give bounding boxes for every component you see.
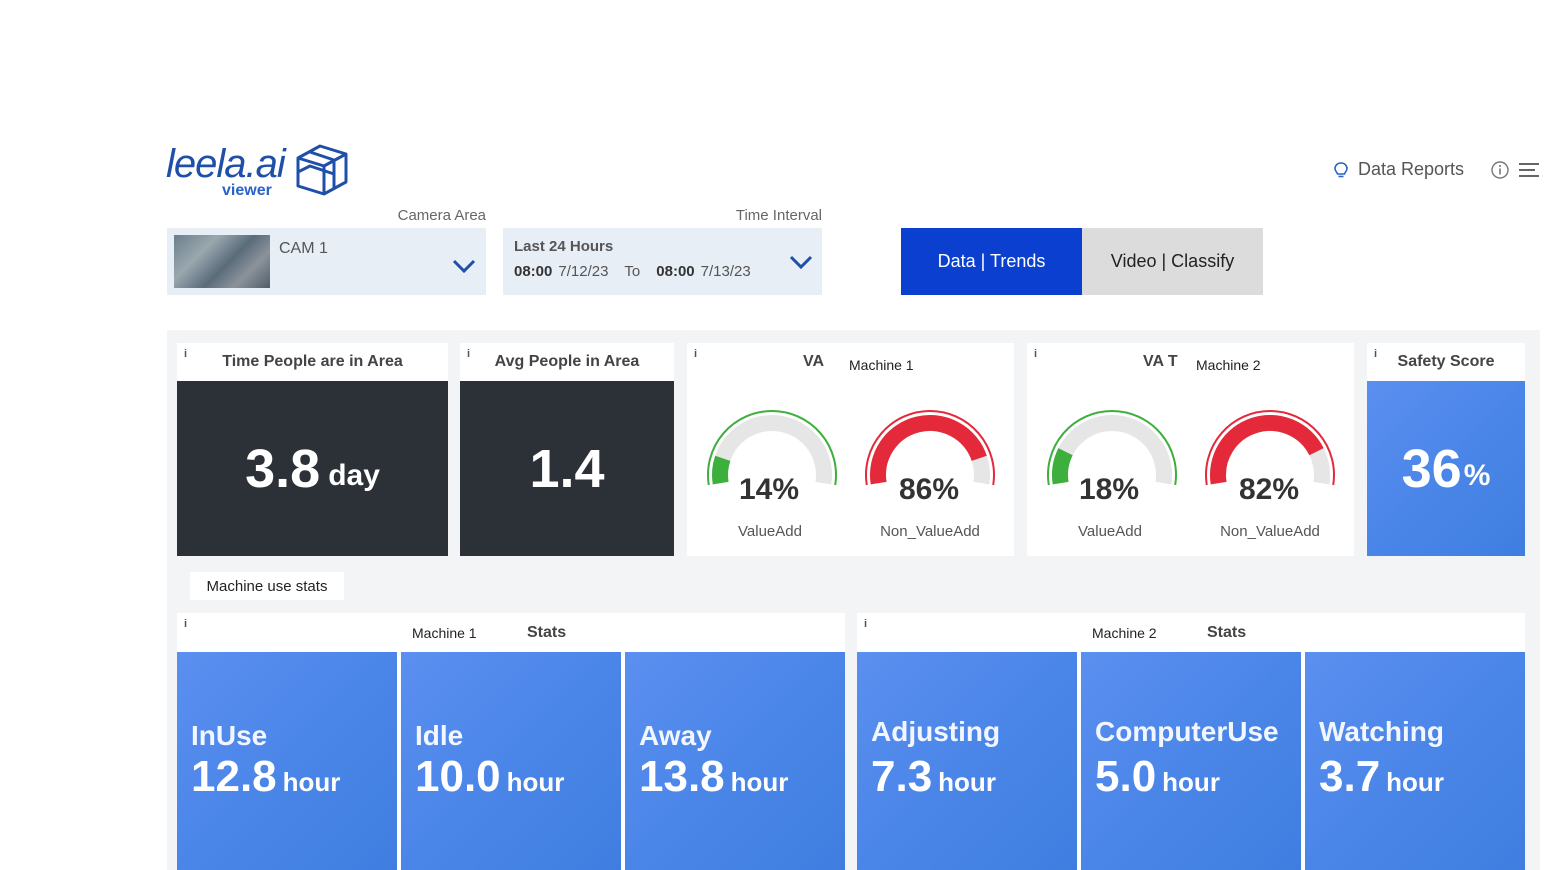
stat-tile-away: Away 13.8 hour [625,652,845,870]
data-trends-tab[interactable]: Data | Trends [901,228,1082,295]
stat-tile-idle: Idle 10.0 hour [401,652,621,870]
info-icon[interactable]: i [694,348,697,360]
value-add-label: ValueAdd [1078,523,1142,540]
stat-tile-watching: Watching 3.7 hour [1305,652,1525,870]
machine2-stats-card: i Machine 2 Stats Adjusting 7.3 hour Comp… [857,613,1525,870]
stat-unit: hour [1386,767,1444,797]
card-title: Avg People in Area [494,353,640,370]
to-word: To [624,263,641,280]
camera-area-select[interactable]: CAM 1 [167,228,486,295]
stat-unit: hour [1162,767,1220,797]
camera-name: CAM 1 [279,240,328,257]
camera-thumbnail [174,235,270,288]
machine-name: Machine 1 [412,625,477,641]
stat-name: Adjusting [871,716,1001,747]
to-date: 7/13/23 [700,263,751,280]
info-icon[interactable]: i [184,618,187,630]
chevron-down-icon[interactable] [788,254,814,270]
value-add-percent: 14% [739,473,800,506]
stat-unit: hour [506,767,565,797]
machine2-va-card: i VA T Machine 2 18% ValueAdd 82% Non_Va… [1027,343,1354,556]
time-people-card: i Time People are in Area 3.8 day [177,343,448,556]
avg-people-value: 1.4 [529,438,605,499]
card-title: Safety Score [1397,353,1495,370]
machine1-va-card: i VA Machine 1 14% ValueAdd 86% Non_Valu… [687,343,1014,556]
stat-value: 12.8 [191,752,277,801]
chevron-down-icon[interactable] [451,258,477,274]
stat-name: Watching [1319,716,1444,747]
gauge-fill [1052,448,1073,485]
stat-value-row: 5.0 hour [1095,752,1220,802]
stat-value: 5.0 [1095,752,1157,801]
machine1-stats-card: i Machine 1 Stats InUse 12.8 hour Idle 10… [177,613,845,870]
stat-unit: hour [938,767,996,797]
cube-logo-icon [296,144,348,196]
stat-tile-computeruse: ComputerUse 5.0 hour [1081,652,1301,870]
stat-name: ComputerUse [1095,716,1279,747]
stat-value-row: 12.8 hour [191,752,340,802]
stat-value-row: 13.8 hour [639,752,788,802]
data-reports-link[interactable]: Data Reports [1332,159,1464,180]
lightbulb-icon [1334,161,1348,177]
camera-area-label: Camera Area [397,207,486,224]
safety-score-unit: % [1463,458,1491,492]
va-prefix: VA [803,353,825,370]
time-range-label: Last 24 Hours [514,238,614,255]
stats-label: Stats [527,624,567,641]
time-people-unit: day [328,458,380,492]
stat-value: 7.3 [871,752,933,801]
machine-name: Machine 2 [1092,625,1157,641]
non-value-add-label: Non_ValueAdd [1220,523,1320,540]
stat-name: Away [639,720,712,751]
value-add-percent: 18% [1079,473,1140,506]
machine-name: Machine 2 [1196,357,1261,373]
time-people-value-box: 3.8 day [177,381,448,556]
from-time: 08:00 [514,263,553,280]
stat-value-row: 3.7 hour [1319,752,1444,802]
machine-use-stats-label: Machine use stats [190,572,344,600]
stat-value-row: 7.3 hour [871,752,996,802]
value-add-label: ValueAdd [738,523,802,540]
card-title: Time People are in Area [222,353,403,370]
hamburger-menu-icon[interactable] [1518,161,1540,179]
stat-unit: hour [730,767,789,797]
safety-score-card: i Safety Score 36 % [1367,343,1525,556]
machine-name: Machine 1 [849,357,914,373]
stat-tile-adjusting: Adjusting 7.3 hour [857,652,1077,870]
from-date: 7/12/23 [558,263,609,280]
avg-people-card: i Avg People in Area 1.4 [460,343,674,556]
video-classify-tab[interactable]: Video | Classify [1082,228,1263,295]
time-range-detail: 08:00 7/12/23 To 08:00 7/13/23 [514,263,751,280]
gauge-fill [712,455,731,485]
info-icon[interactable] [1490,160,1510,180]
stat-value-row: 10.0 hour [415,752,564,802]
stat-value: 10.0 [415,752,501,801]
time-people-value: 3.8 [245,438,321,499]
to-time: 08:00 [656,263,695,280]
logo-subtitle: viewer [222,182,272,199]
non-value-add-label: Non_ValueAdd [880,523,980,540]
safety-score-value-box: 36 % [1367,381,1525,556]
stat-value: 3.7 [1319,752,1381,801]
logo-text: leela.ai [166,142,286,186]
stats-label: Stats [1207,624,1247,641]
time-interval-select[interactable]: Last 24 Hours 08:00 7/12/23 To 08:00 7/1… [503,228,822,295]
info-icon[interactable]: i [1034,348,1037,360]
stat-value: 13.8 [639,752,725,801]
stat-name: InUse [191,720,268,751]
safety-score-value: 36 [1401,438,1462,499]
avg-people-value-box: 1.4 [460,381,674,556]
stat-tile-inuse: InUse 12.8 hour [177,652,397,870]
stat-name: Idle [415,720,464,751]
data-reports-label: Data Reports [1358,159,1465,179]
stat-unit: hour [282,767,341,797]
non-value-add-percent: 86% [899,473,960,506]
info-icon[interactable]: i [864,618,867,630]
non-value-add-percent: 82% [1239,473,1300,506]
time-interval-label: Time Interval [735,207,822,224]
va-prefix: VA T [1143,353,1178,370]
